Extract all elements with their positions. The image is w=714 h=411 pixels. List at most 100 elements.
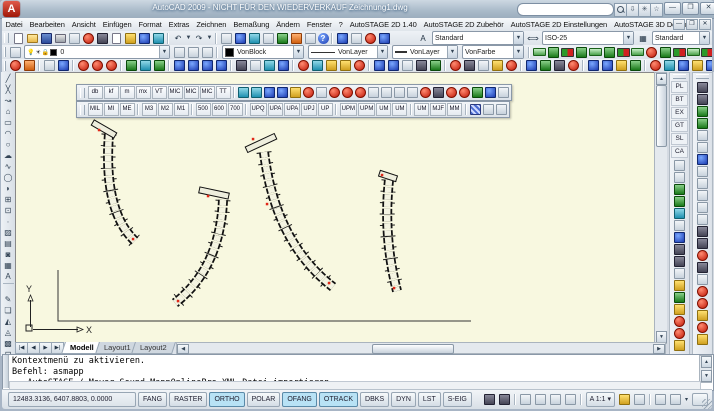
scroll-up-icon[interactable]: ▲ bbox=[701, 356, 712, 368]
speaker-button-up-13[interactable]: UP bbox=[318, 103, 333, 116]
tool-icon[interactable] bbox=[696, 177, 709, 189]
speaker-button-mm-20[interactable]: MM bbox=[447, 103, 462, 116]
tool-icon[interactable] bbox=[673, 159, 686, 171]
undo-icon[interactable]: ↶ bbox=[172, 32, 185, 44]
polyline-icon[interactable]: ↝ bbox=[3, 96, 14, 106]
doc-restore-button[interactable]: ❐ bbox=[686, 19, 698, 30]
stage-icon[interactable] bbox=[561, 46, 574, 58]
eq-icon[interactable] bbox=[342, 87, 354, 99]
chevron-down-icon[interactable]: ▼ bbox=[513, 32, 523, 44]
tool-icon[interactable] bbox=[696, 129, 709, 141]
tool-icon[interactable] bbox=[297, 60, 310, 72]
label-icon[interactable] bbox=[459, 87, 471, 99]
speaker-button-um-16[interactable]: UM bbox=[376, 103, 391, 116]
point-icon[interactable]: ∙ bbox=[3, 217, 14, 227]
stage-icon[interactable] bbox=[575, 46, 588, 58]
speaker-button-mi-1[interactable]: MI bbox=[104, 103, 119, 116]
layer-previous-icon[interactable] bbox=[187, 46, 200, 58]
toolbar-grip[interactable] bbox=[4, 47, 6, 57]
chevron-down-icon[interactable]: ▼ bbox=[185, 32, 192, 44]
toolbar-grip[interactable] bbox=[4, 61, 6, 71]
tool-icon[interactable] bbox=[696, 153, 709, 165]
tool-icon[interactable] bbox=[77, 60, 90, 72]
tool-icon[interactable] bbox=[673, 219, 686, 231]
hatch-icon[interactable]: ▨ bbox=[3, 228, 14, 238]
mic-button-mic[interactable]: MIC bbox=[168, 86, 183, 99]
copy-icon[interactable] bbox=[368, 87, 380, 99]
menu-item-bearbeiten[interactable]: Bearbeiten bbox=[26, 20, 68, 29]
tool-icon[interactable] bbox=[629, 60, 642, 72]
zoom-window-icon[interactable] bbox=[248, 32, 261, 44]
help-icon[interactable]: ? bbox=[318, 33, 329, 44]
scrollbar-thumb[interactable] bbox=[372, 344, 454, 354]
pan-icon[interactable] bbox=[220, 32, 233, 44]
open-icon[interactable] bbox=[26, 32, 39, 44]
tool-icon[interactable] bbox=[673, 207, 686, 219]
menu-item-datei[interactable]: Datei bbox=[2, 20, 26, 29]
scroll-down-icon[interactable]: ▼ bbox=[701, 370, 712, 382]
favorites-icon[interactable]: ☆ bbox=[650, 3, 663, 17]
annotation-visibility-icon[interactable] bbox=[618, 394, 632, 406]
dim-style-icon[interactable]: ⟺ bbox=[527, 32, 540, 44]
tool-icon[interactable] bbox=[696, 225, 709, 237]
lock-icon[interactable] bbox=[350, 32, 363, 44]
tool-icon[interactable] bbox=[673, 243, 686, 255]
toggle-ortho[interactable]: ORTHO bbox=[209, 392, 244, 407]
speaker-button-um-18[interactable]: UM bbox=[414, 103, 429, 116]
plot-icon[interactable] bbox=[54, 32, 67, 44]
make-layer-current-icon[interactable] bbox=[173, 46, 186, 58]
eq-icon[interactable] bbox=[355, 87, 367, 99]
level-icon[interactable] bbox=[277, 87, 289, 99]
toggle-otrack[interactable]: OTRACK bbox=[319, 392, 358, 407]
venue-outline[interactable] bbox=[58, 270, 471, 321]
tool-icon[interactable] bbox=[491, 60, 504, 72]
tool-icon[interactable] bbox=[696, 117, 709, 129]
menu-item--ndern[interactable]: Ändern bbox=[273, 20, 304, 29]
tool-icon[interactable] bbox=[235, 60, 248, 72]
dimension-icon[interactable] bbox=[495, 104, 507, 116]
gradient-icon[interactable]: ▤ bbox=[3, 239, 14, 249]
arc-icon[interactable]: ◠ bbox=[3, 129, 14, 139]
menu-item-autostage-2d-zubeh-r[interactable]: AutoSTAGE 2D Zubehör bbox=[420, 20, 507, 29]
array-icon[interactable]: ▩ bbox=[3, 339, 14, 349]
rotate-icon[interactable] bbox=[482, 104, 494, 116]
grid-icon[interactable] bbox=[701, 46, 713, 58]
toggle-dbks[interactable]: DBKS bbox=[360, 392, 389, 407]
coordinate-display[interactable]: 12483.3136, 6407.8803, 0.0000 bbox=[8, 392, 136, 407]
tool-icon[interactable] bbox=[43, 60, 56, 72]
text-style-combo[interactable]: Standard ▼ bbox=[432, 31, 524, 45]
tool-icon[interactable] bbox=[401, 60, 414, 72]
showmotion-icon[interactable] bbox=[563, 394, 577, 406]
tool-icon[interactable] bbox=[505, 60, 518, 72]
mtext-icon[interactable]: A bbox=[3, 272, 14, 282]
tool-icon[interactable] bbox=[601, 60, 614, 72]
eq-icon[interactable] bbox=[316, 87, 328, 99]
toggle-lst[interactable]: LST bbox=[418, 392, 441, 407]
label-icon[interactable] bbox=[472, 87, 484, 99]
text-style-icon[interactable]: A bbox=[417, 32, 430, 44]
tool-icon[interactable] bbox=[696, 213, 709, 225]
mic-button-db[interactable]: db bbox=[88, 86, 103, 99]
rectangle-icon[interactable]: ▭ bbox=[3, 118, 14, 128]
tool-icon[interactable] bbox=[201, 60, 214, 72]
menu-item-einf-gen[interactable]: Einfügen bbox=[99, 20, 135, 29]
tool-icon[interactable] bbox=[105, 60, 118, 72]
tool-icon[interactable] bbox=[187, 60, 200, 72]
copy-icon[interactable]: ❏ bbox=[3, 306, 14, 316]
linetype-combo[interactable]: VonLayer ▼ bbox=[308, 45, 388, 59]
tool-icon[interactable] bbox=[696, 309, 709, 321]
move-icon[interactable] bbox=[394, 87, 406, 99]
tool-icon[interactable] bbox=[9, 60, 22, 72]
stage-icon[interactable] bbox=[547, 46, 560, 58]
tool-icon[interactable] bbox=[696, 249, 709, 261]
tool-icon[interactable] bbox=[553, 60, 566, 72]
scroll-right-icon[interactable]: ▶ bbox=[653, 344, 665, 354]
side-button-ca[interactable]: CA bbox=[671, 146, 688, 158]
eq-icon[interactable] bbox=[329, 87, 341, 99]
toggle-fang[interactable]: FANG bbox=[138, 392, 167, 407]
plot-style-combo[interactable]: VonFarbe ▼ bbox=[462, 45, 524, 59]
tool-icon[interactable] bbox=[673, 315, 686, 327]
tool-icon[interactable] bbox=[673, 267, 686, 279]
scroll-left-icon[interactable]: ◀ bbox=[177, 344, 189, 354]
toggle-polar[interactable]: POLAR bbox=[247, 392, 281, 407]
